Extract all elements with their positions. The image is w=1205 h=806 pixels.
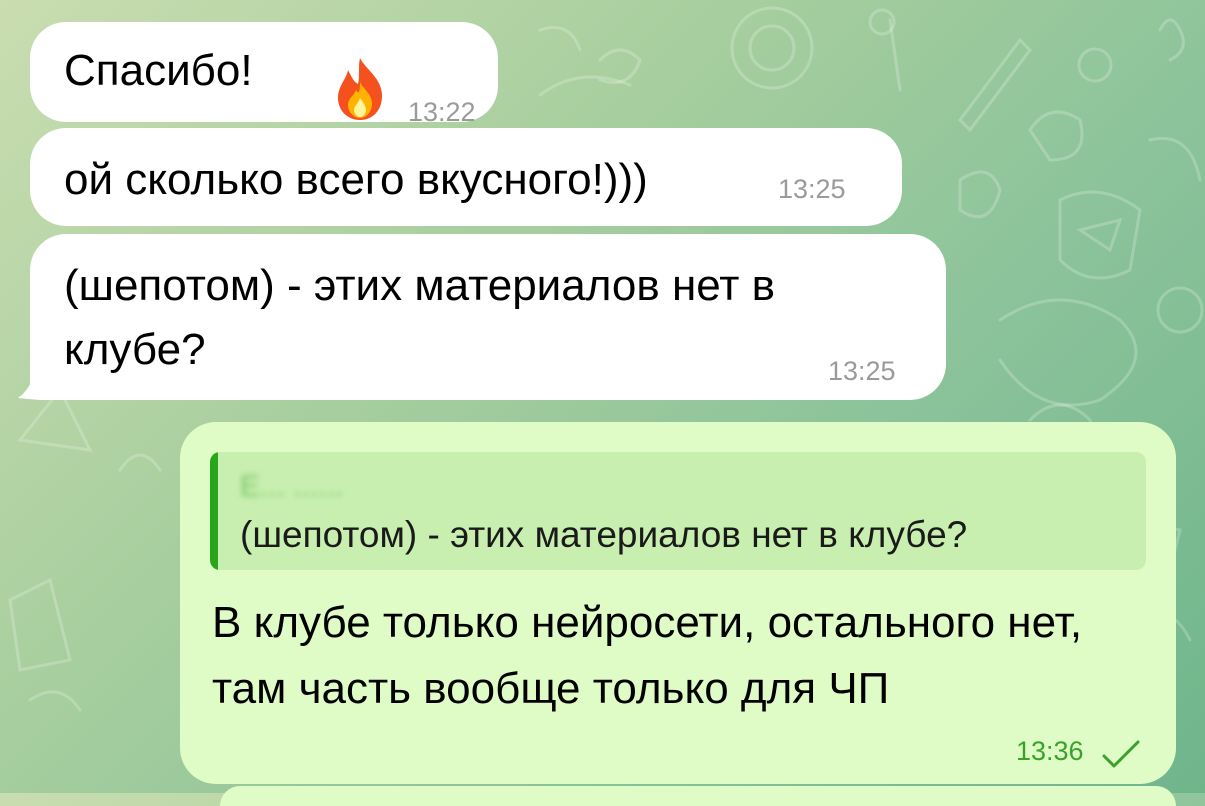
message-time: 13:36 [1016, 736, 1084, 766]
message-text: Спасибо! [64, 46, 253, 95]
message-text: ой сколько всего вкусного!))) [64, 155, 648, 204]
message-time: 13:25 [778, 174, 846, 204]
reply-quote[interactable]: Е... ...... (шепотом) - этих материалов … [210, 452, 1146, 570]
message-time: 13:25 [828, 356, 896, 386]
read-check-icon [1102, 740, 1140, 768]
next-message-edge [220, 786, 1176, 806]
incoming-message[interactable]: (шепотом) - этих материалов нет в клубе?… [30, 234, 946, 400]
incoming-message[interactable]: ой сколько всего вкусного!))) 13:25 [30, 128, 902, 226]
fire-emoji-icon [338, 58, 382, 120]
reply-accent-bar [210, 452, 218, 570]
message-time: 13:22 [408, 97, 476, 127]
reply-sender-name: Е... ...... [240, 470, 344, 503]
message-text: В клубе только нейросети, остального нет… [212, 598, 1083, 713]
incoming-message[interactable]: Спасибо! 13:22 [30, 22, 498, 127]
outgoing-message[interactable]: Е... ...... (шепотом) - этих материалов … [180, 422, 1176, 784]
message-text: (шепотом) - этих материалов нет в клубе? [64, 261, 776, 374]
reply-quote-text: (шепотом) - этих материалов нет в клубе? [240, 514, 968, 555]
